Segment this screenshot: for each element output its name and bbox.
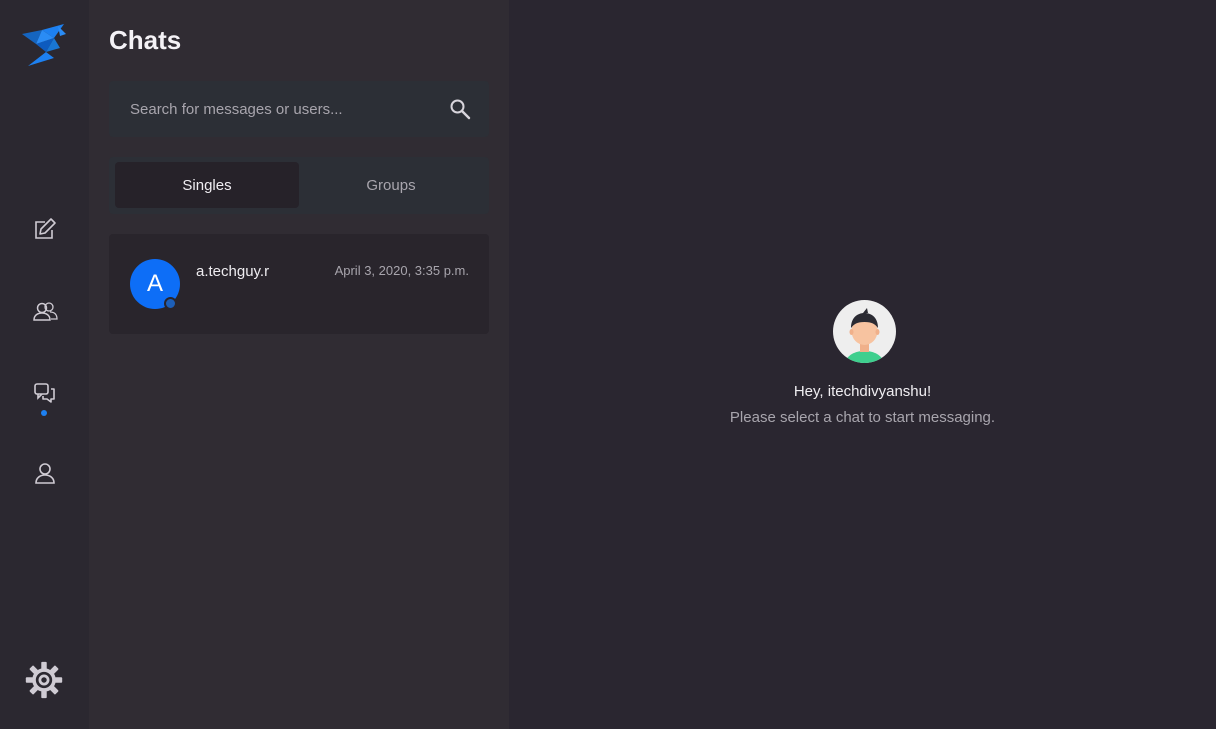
tab-singles[interactable]: Singles — [115, 162, 299, 208]
nav-edit-button[interactable] — [24, 208, 66, 250]
nav-rail — [0, 0, 89, 729]
chat-list-item[interactable]: A a.techguy.r April 3, 2020, 3:35 p.m. — [109, 234, 489, 334]
search-icon[interactable] — [449, 98, 471, 120]
chat-contact-name: a.techguy.r — [196, 263, 270, 280]
bird-logo-icon[interactable] — [20, 22, 68, 68]
nav-contacts-button[interactable] — [24, 290, 66, 332]
user-icon — [35, 463, 55, 484]
chat-type-tabs: Singles Groups — [109, 157, 489, 214]
users-icon — [33, 302, 58, 321]
gear-icon — [25, 661, 63, 699]
tab-groups[interactable]: Groups — [299, 162, 483, 208]
chats-panel: Chats Singles Groups A a.techguy.r April… — [89, 0, 509, 729]
search-input[interactable] — [109, 81, 439, 137]
nav-profile-button[interactable] — [24, 452, 66, 494]
active-indicator — [41, 410, 47, 416]
settings-button[interactable] — [22, 658, 66, 702]
user-avatar — [833, 300, 896, 363]
user-avatar-icon — [845, 308, 884, 363]
search-bar — [109, 81, 489, 137]
chats-icon — [34, 383, 55, 403]
nav-chats-button[interactable] — [24, 372, 66, 414]
conversation-area: Hey, itechdivyanshu! Please select a cha… — [509, 0, 1216, 729]
select-chat-prompt: Please select a chat to start messaging. — [729, 409, 996, 426]
page-title: Chats — [109, 25, 182, 55]
chat-timestamp: April 3, 2020, 3:35 p.m. — [334, 263, 469, 278]
welcome-greeting: Hey, itechdivyanshu! — [793, 383, 932, 400]
online-status-badge — [164, 297, 177, 310]
edit-icon — [35, 218, 56, 239]
